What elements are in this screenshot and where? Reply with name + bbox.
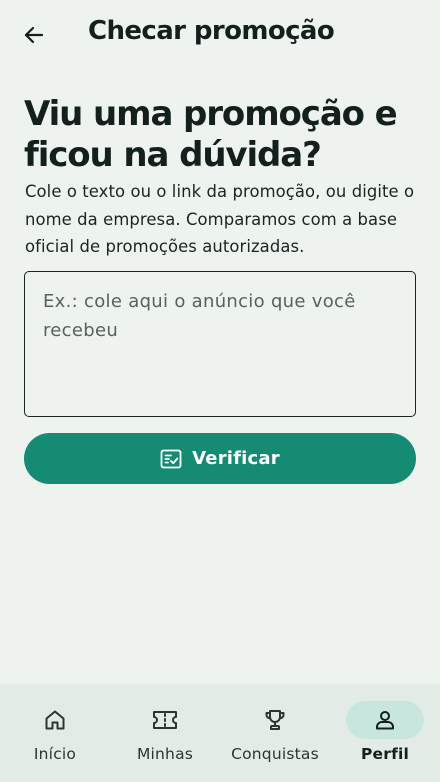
checklist-icon bbox=[160, 449, 182, 469]
nav-label: Início bbox=[33, 745, 77, 763]
verify-button-label: Verificar bbox=[192, 448, 280, 469]
nav-label: Conquistas bbox=[231, 745, 319, 763]
nav-active-indicator bbox=[346, 701, 424, 739]
verify-button[interactable]: Verificar bbox=[24, 433, 416, 484]
page-title: Checar promoção bbox=[88, 16, 335, 46]
promotion-input-field[interactable] bbox=[24, 271, 416, 417]
nav-item-perfil[interactable]: Perfil bbox=[330, 684, 440, 782]
trophy-icon bbox=[263, 708, 287, 732]
nav-icon-container bbox=[16, 701, 94, 739]
arrow-left-icon bbox=[22, 23, 46, 47]
description-text: Cole o texto ou o link da promoção, ou d… bbox=[25, 182, 415, 256]
bottom-navigation: Início Minhas Conquistas Perfil bbox=[0, 684, 440, 782]
nav-item-minhas[interactable]: Minhas bbox=[110, 684, 220, 782]
nav-label: Perfil bbox=[360, 745, 410, 763]
promotion-input[interactable] bbox=[43, 287, 397, 401]
headline: Viu uma promoção e ficou na dúvida? bbox=[24, 94, 398, 175]
app-bar: Checar promoção bbox=[0, 0, 440, 70]
nav-label: Minhas bbox=[136, 745, 194, 763]
ticket-icon bbox=[152, 709, 178, 731]
nav-item-conquistas[interactable]: Conquistas bbox=[220, 684, 330, 782]
back-button[interactable] bbox=[14, 15, 54, 55]
person-icon bbox=[373, 708, 397, 732]
home-icon bbox=[43, 708, 67, 732]
nav-icon-container bbox=[126, 701, 204, 739]
nav-item-inicio[interactable]: Início bbox=[0, 684, 110, 782]
nav-icon-container bbox=[236, 701, 314, 739]
